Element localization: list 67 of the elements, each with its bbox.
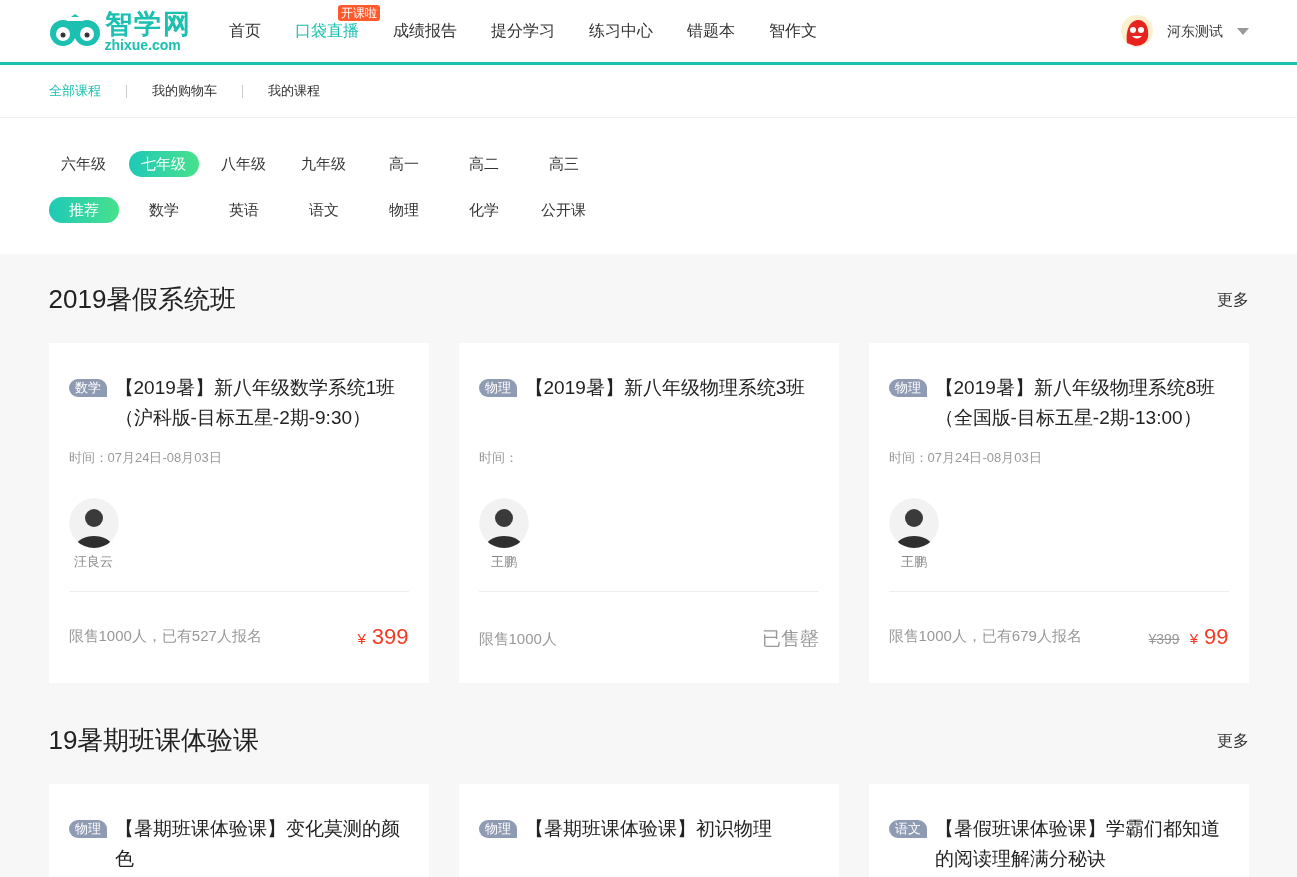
course-date: 时间： bbox=[478, 449, 519, 467]
subject-tag: 数学 bbox=[68, 379, 107, 397]
grade-filter[interactable]: 高二 bbox=[448, 151, 519, 177]
course-card[interactable]: 数学 【2019暑】新八年级数学系统1班（沪科版-目标五星-2期-9:30） 时间：07月24日-08月03日 汪良云 限售1000人，已有527人报名 ¥ 399 bbox=[48, 343, 429, 683]
subnav-link[interactable]: 我的购物车 bbox=[151, 81, 217, 101]
dropdown-caret-icon[interactable] bbox=[1236, 27, 1249, 35]
grade-filter[interactable]: 高一 bbox=[368, 151, 439, 177]
grade-filter[interactable]: 九年级 bbox=[288, 151, 359, 177]
teacher-avatar-icon bbox=[888, 497, 939, 548]
course-title: 【暑期班课体验课】初识物理 bbox=[524, 817, 772, 841]
currency-sign: ¥ bbox=[357, 629, 366, 649]
sold-out-label: 已售罄 bbox=[761, 626, 819, 651]
course-card[interactable]: 物理 【2019暑】新八年级物理系统3班 时间： 王鹏 限售1000人 已售罄 bbox=[458, 343, 839, 683]
original-price: ¥399 bbox=[1148, 630, 1180, 649]
subject-tag: 物理 bbox=[478, 379, 517, 397]
course-card[interactable]: 物理 【暑期班课体验课】变化莫测的颜色 bbox=[48, 784, 429, 877]
enrollment-text: 限售1000人 bbox=[478, 628, 557, 649]
grade-filter[interactable]: 高三 bbox=[528, 151, 599, 177]
course-card[interactable]: 语文 【暑假班课体验课】学霸们都知道的阅读理解满分秘诀 bbox=[868, 784, 1249, 877]
user-name[interactable]: 河东测试 bbox=[1166, 20, 1223, 42]
price: 99 bbox=[1204, 623, 1229, 651]
more-link[interactable]: 更多 bbox=[1216, 728, 1249, 753]
nav-link[interactable]: 首页 bbox=[211, 19, 278, 43]
nav-link[interactable]: 智作文 bbox=[751, 19, 834, 43]
subject-filter[interactable]: 数学 bbox=[128, 197, 199, 223]
price: 399 bbox=[371, 623, 409, 651]
subject-filter[interactable]: 化学 bbox=[448, 197, 519, 223]
teacher-name: 汪良云 bbox=[74, 552, 113, 571]
subject-filter[interactable]: 英语 bbox=[208, 197, 279, 223]
subject-tag: 物理 bbox=[68, 820, 107, 838]
nav-link[interactable]: 成绩报告 bbox=[375, 19, 474, 43]
new-badge: 开课啦 bbox=[337, 5, 380, 21]
course-title: 【暑假班课体验课】学霸们都知道的阅读理解满分秘诀 bbox=[934, 817, 1221, 871]
course-title: 【2019暑】新八年级物理系统8班（全国版-目标五星-2期-13:00） bbox=[934, 376, 1217, 430]
owl-logo-icon bbox=[48, 13, 101, 49]
course-card[interactable]: 物理 【暑期班课体验课】初识物理 bbox=[458, 784, 839, 877]
subject-tag: 物理 bbox=[888, 379, 927, 397]
subject-filter[interactable]: 物理 bbox=[368, 197, 439, 223]
course-title: 【2019暑】新八年级物理系统3班 bbox=[524, 376, 806, 400]
teacher-avatar-icon bbox=[478, 497, 529, 548]
currency-sign: ¥ bbox=[1189, 629, 1198, 649]
subject-tag: 物理 bbox=[478, 820, 517, 838]
subject-tag: 语文 bbox=[888, 820, 927, 838]
teacher-name: 王鹏 bbox=[900, 552, 927, 571]
course-date: 时间：07月24日-08月03日 bbox=[888, 449, 1043, 467]
section-title: 2019暑假系统班 bbox=[48, 283, 237, 316]
course-title: 【2019暑】新八年级数学系统1班（沪科版-目标五星-2期-9:30） bbox=[114, 376, 397, 430]
mascot-avatar-icon[interactable] bbox=[1120, 15, 1153, 47]
logo-domain: zhixue.com bbox=[104, 37, 181, 52]
enrollment-text: 限售1000人，已有679人报名 bbox=[888, 626, 1082, 647]
enrollment-text: 限售1000人，已有527人报名 bbox=[68, 626, 262, 647]
subject-filter[interactable]: 语文 bbox=[288, 197, 359, 223]
logo-title: 智学网 bbox=[104, 10, 192, 38]
section-title: 19暑期班课体验课 bbox=[48, 724, 260, 757]
teacher-name: 王鹏 bbox=[490, 552, 517, 571]
nav-link[interactable]: 练习中心 bbox=[571, 19, 670, 43]
course-date: 时间：07月24日-08月03日 bbox=[68, 449, 223, 467]
nav-link[interactable]: 提分学习 bbox=[473, 19, 572, 43]
course-title: 【暑期班课体验课】变化莫测的颜色 bbox=[114, 817, 401, 871]
grade-filter[interactable]: 六年级 bbox=[48, 151, 119, 177]
teacher-avatar-icon bbox=[68, 497, 119, 548]
subnav-link[interactable]: 我的课程 bbox=[267, 81, 320, 101]
subject-filter[interactable]: 公开课 bbox=[528, 197, 599, 223]
course-card[interactable]: 物理 【2019暑】新八年级物理系统8班（全国版-目标五星-2期-13:00） 时间：07月24日-08月03日 王鹏 限售1000人，已有679人报名 ¥399 ¥ 99 bbox=[868, 343, 1249, 683]
grade-filter[interactable]: 八年级 bbox=[208, 151, 279, 177]
more-link[interactable]: 更多 bbox=[1216, 287, 1249, 312]
nav-link[interactable]: 错题本 bbox=[669, 19, 752, 43]
